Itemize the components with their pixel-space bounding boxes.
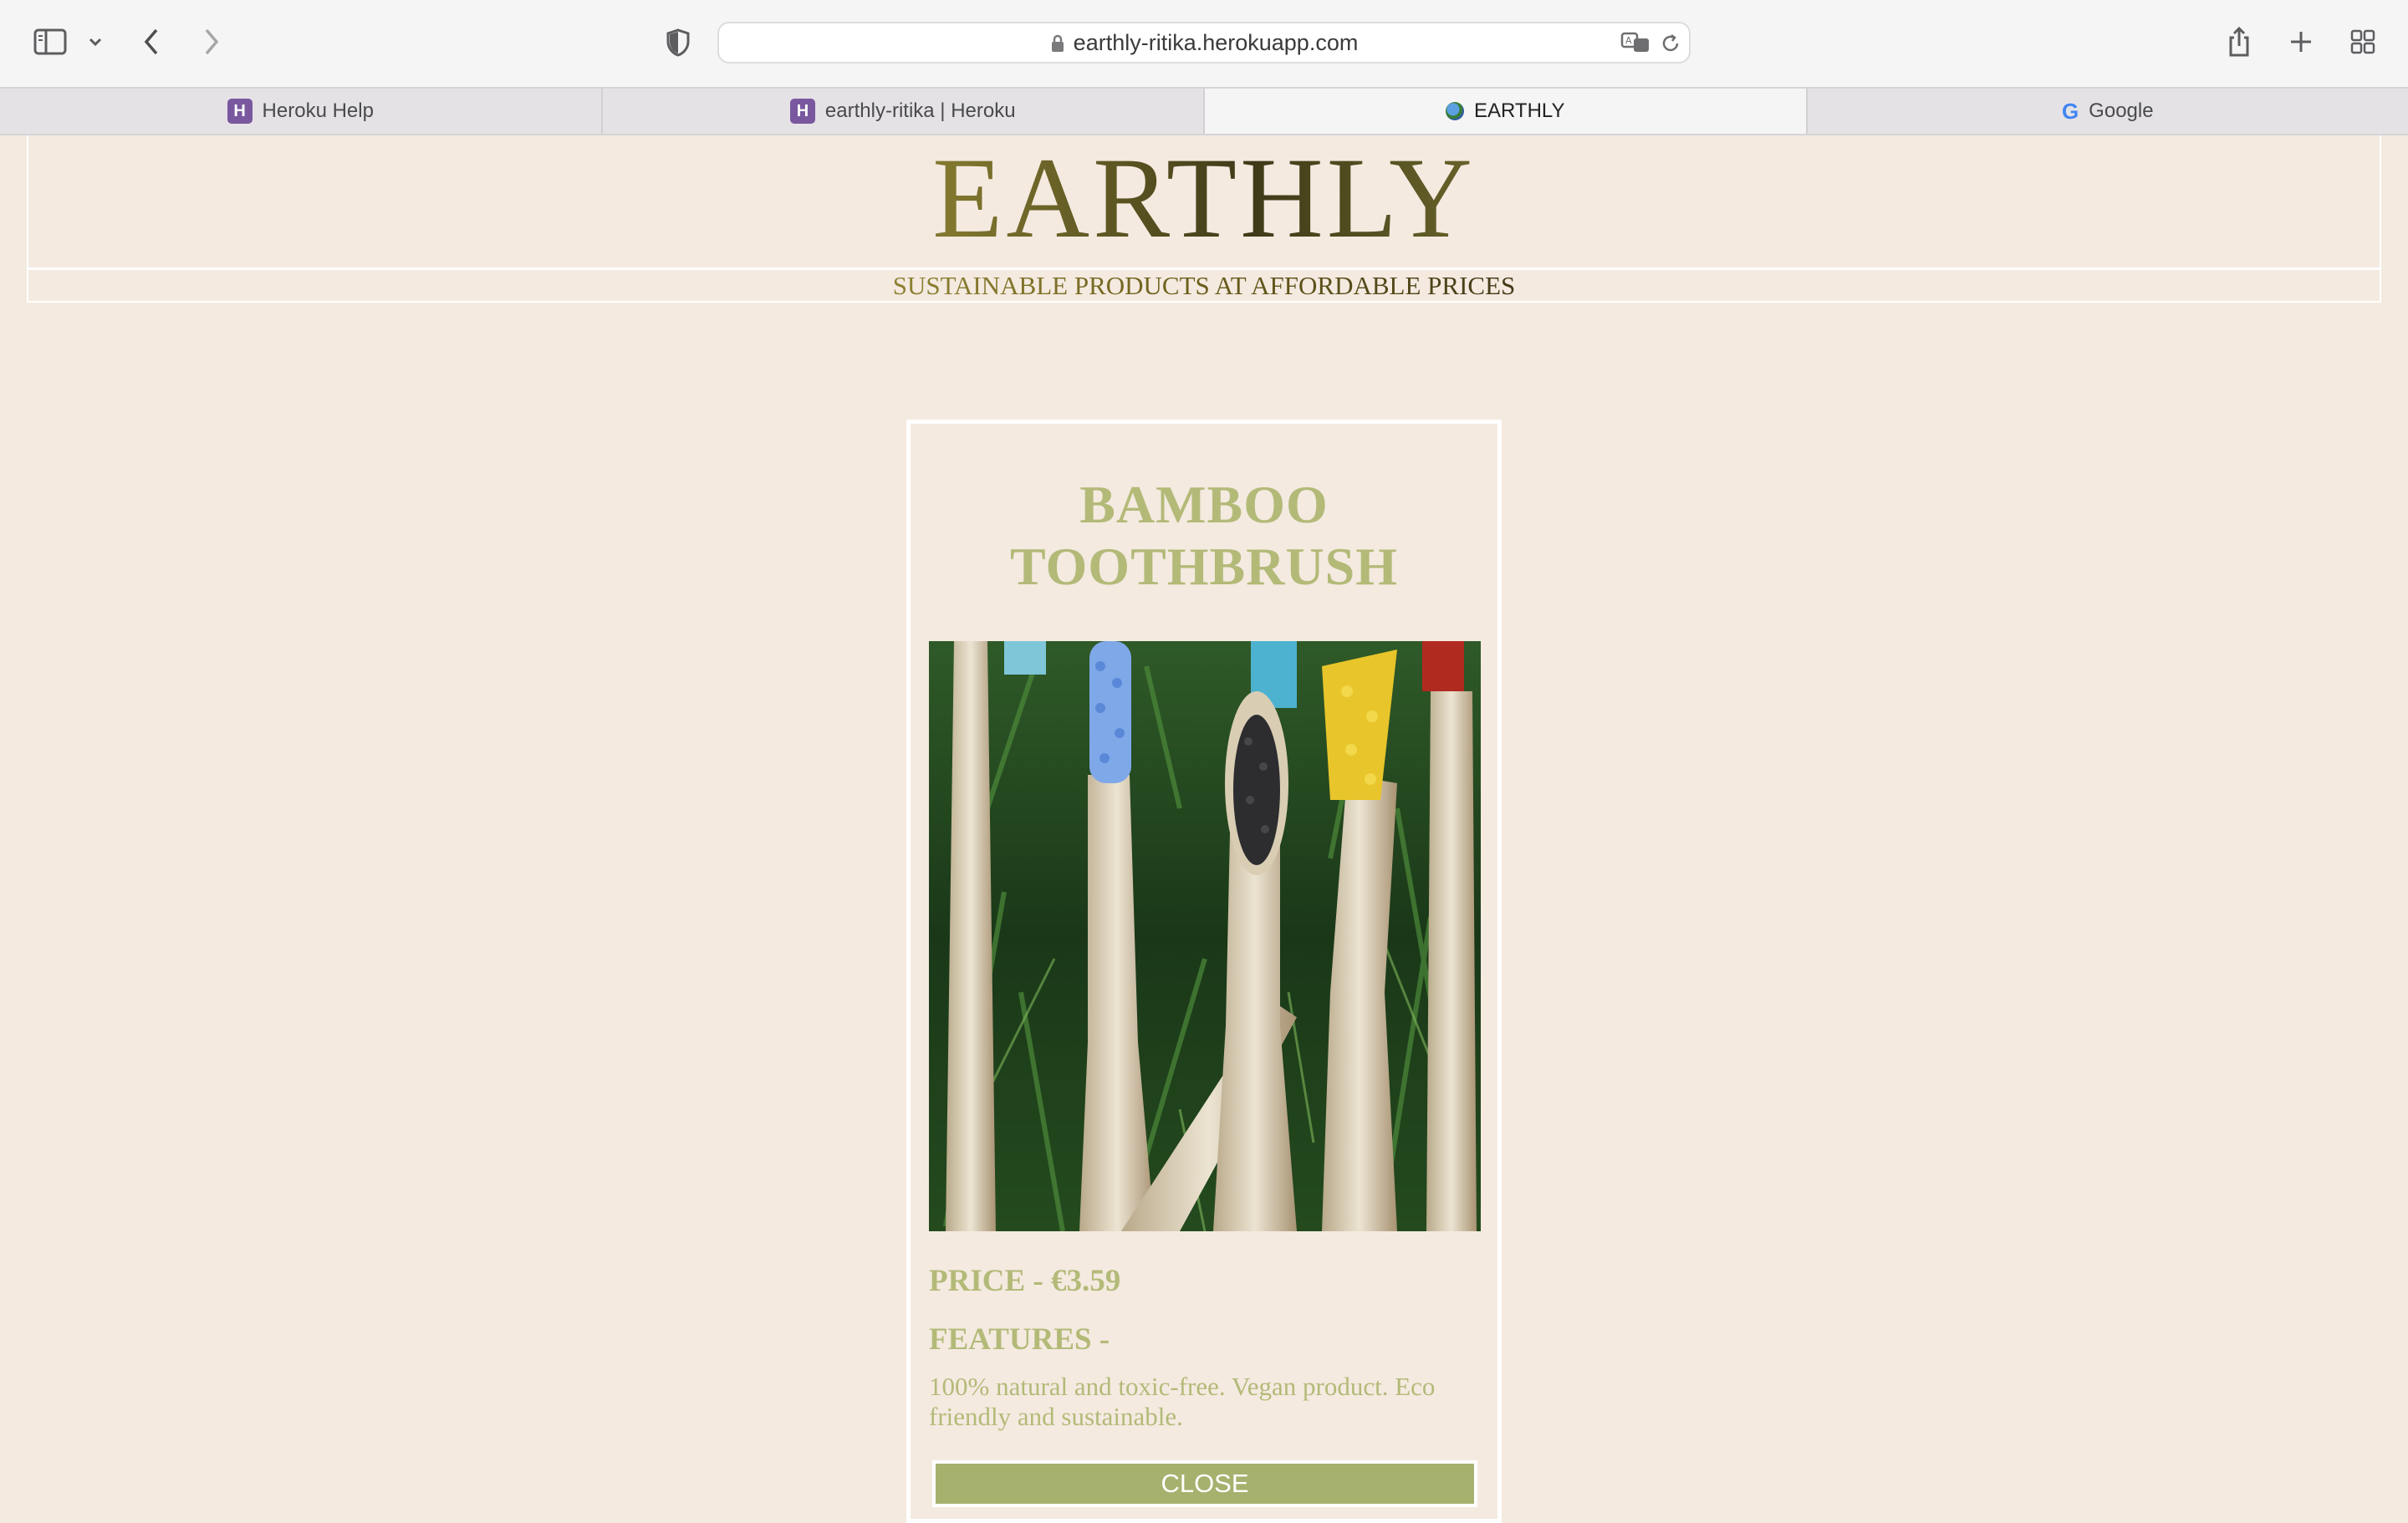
tab-overview-icon[interactable] — [2348, 27, 2378, 57]
close-button[interactable]: CLOSE — [932, 1460, 1477, 1507]
share-icon[interactable] — [2224, 23, 2254, 60]
translate-icon[interactable]: A — [1619, 28, 1652, 57]
toothbrush-photo — [929, 641, 1481, 1231]
heroku-icon: H — [790, 99, 815, 124]
chevron-down-icon[interactable] — [85, 32, 105, 52]
forward-icon[interactable] — [199, 25, 224, 59]
address-bar[interactable]: earthly-ritika.herokuapp.com A — [717, 22, 1691, 64]
back-icon[interactable] — [139, 25, 164, 59]
tab-label: Heroku Help — [263, 99, 374, 123]
tab-heroku-help[interactable]: H Heroku Help — [0, 89, 603, 134]
features-description: 100% natural and toxic-free. Vegan produ… — [929, 1372, 1489, 1432]
product-title-line2: TOOTHBRUSH — [911, 536, 1497, 598]
browser-toolbar: earthly-ritika.herokuapp.com A — [0, 0, 2408, 87]
tab-earthly-ritika-heroku[interactable]: H earthly-ritika | Heroku — [603, 89, 1206, 134]
svg-text:A: A — [1625, 35, 1632, 46]
earth-icon — [1446, 102, 1464, 120]
url-text: earthly-ritika.herokuapp.com — [719, 23, 1689, 62]
product-image — [929, 641, 1481, 1231]
product-price: PRICE - €3.59 — [929, 1263, 1120, 1299]
features-heading: FEATURES - — [929, 1322, 1110, 1357]
lock-icon — [1050, 33, 1065, 53]
new-tab-icon[interactable] — [2286, 27, 2316, 57]
tab-label: EARTHLY — [1474, 99, 1564, 123]
tab-earthly[interactable]: EARTHLY — [1205, 89, 1808, 134]
product-title-line1: BAMBOO — [911, 474, 1497, 536]
google-icon: G — [2062, 99, 2079, 125]
reload-icon[interactable] — [1657, 30, 1684, 57]
product-modal: BAMBOO TOOTHBRUSH — [906, 420, 1502, 1523]
product-title: BAMBOO TOOTHBRUSH — [911, 474, 1497, 598]
tagline: SUSTAINABLE PRODUCTS AT AFFORDABLE PRICE… — [0, 269, 2408, 303]
tab-label: earthly-ritika | Heroku — [825, 99, 1016, 123]
brand-logo: EARTHLY — [0, 135, 2408, 261]
tab-label: Google — [2089, 99, 2153, 123]
tab-bar: H Heroku Help H earthly-ritika | Heroku … — [0, 87, 2408, 135]
tab-google[interactable]: G Google — [1808, 89, 2408, 134]
sidebar-toggle-icon[interactable] — [32, 25, 69, 59]
heroku-icon: H — [227, 99, 253, 124]
privacy-shield-icon[interactable] — [662, 27, 694, 59]
